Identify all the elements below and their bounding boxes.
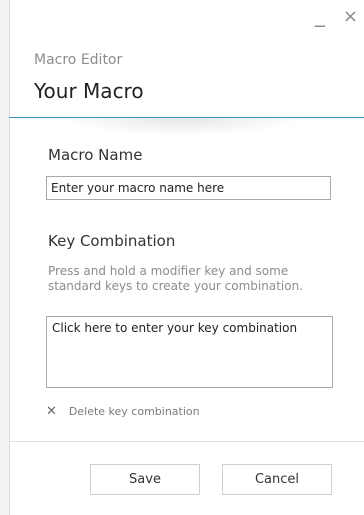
header-subtitle: Macro Editor: [34, 52, 123, 68]
delete-icon: ✕: [46, 404, 57, 419]
macro-name-label: Macro Name: [48, 146, 143, 164]
delete-key-combination-button[interactable]: ✕ Delete key combination: [46, 404, 200, 419]
cancel-button[interactable]: Cancel: [222, 464, 332, 495]
header-shadow: [60, 118, 304, 136]
minimize-icon[interactable]: _: [315, 5, 325, 25]
footer-divider: [9, 441, 364, 442]
page-title: Your Macro: [34, 79, 144, 103]
left-edge-frame: [0, 0, 10, 515]
close-icon[interactable]: ×: [343, 8, 358, 26]
window-controls: _ ×: [315, 5, 358, 26]
macro-name-input[interactable]: [46, 176, 331, 200]
key-combination-label: Key Combination: [48, 232, 176, 250]
header: Macro Editor Your Macro: [34, 52, 144, 103]
key-combination-help-text: Press and hold a modifier key and some s…: [48, 264, 304, 293]
save-button[interactable]: Save: [90, 464, 200, 495]
key-combination-input[interactable]: Click here to enter your key combination: [46, 316, 333, 388]
delete-key-combination-label: Delete key combination: [68, 405, 200, 418]
